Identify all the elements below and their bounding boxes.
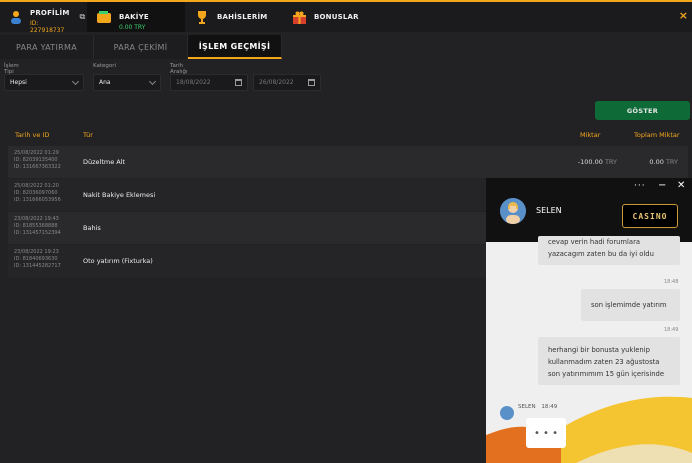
row-id: ID: 131667363322 [14, 164, 61, 170]
bonuses-nav[interactable]: BONUSLAR [283, 2, 365, 32]
bonuses-label: BONUSLAR [314, 13, 359, 21]
calendar-icon[interactable] [235, 79, 242, 86]
date-to-value: 26/08/2022 [259, 79, 294, 86]
my-bets-label: BAHİSLERİM [217, 13, 268, 21]
category-select[interactable]: Ana [93, 74, 161, 91]
tab-deposit[interactable]: PARA YATIRMA [0, 35, 94, 59]
row-id: ID: 131445282717 [14, 263, 61, 269]
typing-indicator: • • • [526, 418, 566, 448]
message-timestamp: 18:49 [664, 327, 679, 333]
user-icon [10, 10, 22, 24]
transaction-type-select[interactable]: Hepsi [4, 74, 84, 91]
row-id: ID: 82036097060 [14, 190, 58, 196]
casino-logo-text: CASINO [632, 211, 668, 221]
tab-withdraw[interactable]: PARA ÇEKİMİ [94, 35, 188, 59]
table-row[interactable]: 25/08/2022 01:29 ID: 82039135400 ID: 131… [8, 146, 688, 178]
transaction-type-value: Hepsi [10, 79, 27, 86]
tab-bar: PARA YATIRMA PARA ÇEKİMİ İŞLEM GEÇMİŞİ [0, 35, 282, 59]
category-label: Kategori [93, 63, 117, 69]
header-amount: Miktar [580, 131, 601, 139]
row-total-currency: TRY [665, 158, 678, 166]
trophy-icon [195, 10, 209, 24]
close-icon[interactable]: × [679, 9, 688, 22]
casino-logo: CASINO [622, 204, 678, 228]
category-value: Ana [99, 79, 111, 86]
header-date-id: Tarih ve ID [15, 131, 50, 139]
chat-header: SELEN ··· − ✕ CASINO [486, 178, 692, 242]
decorative-wave [486, 396, 692, 463]
date-from-input[interactable]: 18/08/2022 [170, 74, 248, 91]
typing-time: 18:49 [541, 404, 558, 410]
row-datetime: 25/08/2022 01:20 [14, 183, 59, 189]
date-to-input[interactable]: 26/08/2022 [253, 74, 321, 91]
balance-value: 0.00 TRY [119, 23, 146, 31]
row-amount: -100.00 [577, 158, 603, 166]
balance-label: BAKİYE [119, 12, 149, 21]
profile-id: ID: 227918737 [30, 20, 65, 34]
calendar-icon[interactable] [308, 79, 315, 86]
top-bar: PROFİLİM ID: 227918737 ⧉ BAKİYE 0.00 TRY… [0, 0, 692, 34]
profile-nav[interactable]: PROFİLİM ID: 227918737 ⧉ [0, 2, 87, 34]
header-total: Toplam Miktar [634, 131, 680, 139]
more-options-icon[interactable]: ··· [634, 181, 646, 191]
chat-close-icon[interactable]: ✕ [677, 180, 685, 191]
date-from-value: 18/08/2022 [176, 79, 211, 86]
row-total: 0.00 [649, 158, 664, 166]
agent-small-avatar [500, 406, 514, 420]
message-timestamp: 18:48 [664, 279, 679, 285]
my-bets-nav[interactable]: BAHİSLERİM [185, 2, 283, 32]
typing-sender: SELEN [518, 404, 536, 410]
minimize-icon[interactable]: − [658, 180, 666, 191]
balance-nav[interactable]: BAKİYE 0.00 TRY [87, 2, 185, 32]
row-type: Oto yatırım (Fixturka) [83, 257, 153, 265]
header-type: Tür [83, 131, 93, 139]
chevron-down-icon [148, 77, 157, 86]
gift-icon [293, 10, 306, 24]
row-type: Nakit Bakiye Eklemesi [83, 191, 156, 199]
row-datetime: 23/08/2022 19:43 [14, 216, 59, 222]
wallet-icon [97, 10, 111, 24]
row-amount-currency: TRY [604, 158, 617, 166]
chat-message-visitor: cevap verin hadi forumlara yazacagım zat… [538, 236, 680, 265]
agent-name: SELEN [536, 206, 562, 215]
live-chat-widget: SELEN ··· − ✕ CASINO cevap verin hadi fo… [486, 178, 692, 463]
profile-label: PROFİLİM [30, 9, 70, 17]
row-id: ID: 131666053956 [14, 197, 61, 203]
chat-message-visitor: son işlemimde yatırım [581, 289, 680, 321]
row-id: ID: 81840693630 [14, 256, 58, 262]
row-type: Bahis [83, 224, 101, 232]
chat-message-visitor: herhangi bir bonusta yuklenip kullanmadı… [538, 337, 680, 385]
row-id: ID: 81855368888 [14, 223, 58, 229]
copy-icon[interactable]: ⧉ [80, 12, 86, 22]
chevron-down-icon [71, 77, 80, 86]
table-header: Tarih ve ID Tür Miktar Toplam Miktar [8, 128, 692, 142]
agent-avatar [500, 198, 526, 224]
row-datetime: 25/08/2022 01:29 [14, 150, 59, 156]
row-id: ID: 131457152394 [14, 230, 61, 236]
row-datetime: 23/08/2022 19:23 [14, 249, 59, 255]
row-id: ID: 82039135400 [14, 157, 58, 163]
row-type: Düzeltme Alt [83, 158, 126, 166]
show-button[interactable]: GÖSTER [595, 101, 690, 120]
tab-transaction-history[interactable]: İŞLEM GEÇMİŞİ [188, 35, 282, 59]
